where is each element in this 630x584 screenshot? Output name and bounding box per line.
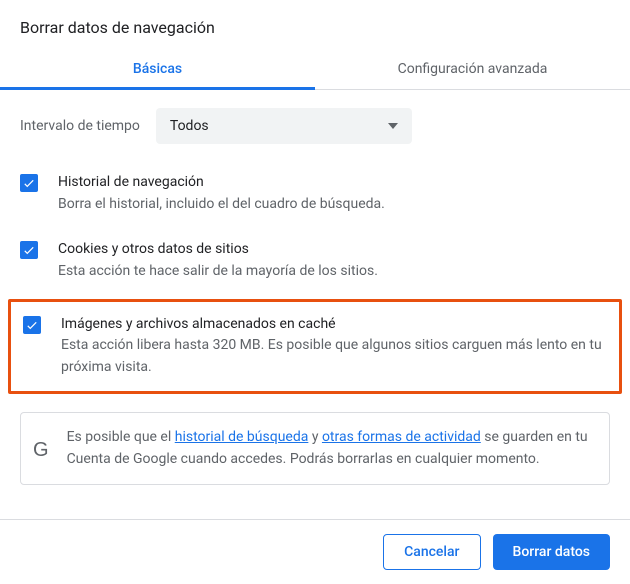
info-text-mid: y (308, 429, 322, 445)
items-list: Historial de navegación Borra el histori… (0, 150, 630, 394)
cancel-button[interactable]: Cancelar (383, 534, 480, 570)
time-range-value: Todos (170, 118, 209, 134)
google-account-info: G Es posible que el historial de búsqued… (20, 412, 610, 485)
chevron-down-icon (388, 123, 398, 129)
tabs: Básicas Configuración avanzada (0, 51, 630, 90)
clear-browsing-data-dialog: Borrar datos de navegación Básicas Confi… (0, 0, 630, 584)
check-icon (25, 318, 39, 332)
item-title: Historial de navegación (58, 172, 610, 194)
item-title: Cookies y otros datos de sitios (58, 239, 610, 261)
item-title: Imágenes y archivos almacenados en caché (61, 314, 607, 336)
checkbox-browsing-history[interactable] (20, 174, 38, 192)
link-search-history[interactable]: historial de búsqueda (175, 429, 309, 445)
item-desc: Esta acción libera hasta 320 MB. Es posi… (61, 335, 607, 378)
info-text-pre: Es posible que el (67, 429, 175, 445)
check-icon (22, 243, 36, 257)
tab-basic[interactable]: Básicas (0, 51, 315, 89)
item-cookies: Cookies y otros datos de sitios Esta acc… (8, 227, 622, 294)
info-text: Es posible que el historial de búsqueda … (67, 427, 593, 470)
time-range-select[interactable]: Todos (156, 108, 412, 144)
item-text: Historial de navegación Borra el histori… (58, 172, 610, 215)
tab-advanced[interactable]: Configuración avanzada (315, 51, 630, 89)
item-browsing-history: Historial de navegación Borra el histori… (8, 160, 622, 227)
checkbox-cookies[interactable] (20, 241, 38, 259)
item-text: Cookies y otros datos de sitios Esta acc… (58, 239, 610, 282)
dialog-footer: Cancelar Borrar datos (0, 519, 630, 584)
link-other-activity[interactable]: otras formas de actividad (322, 429, 481, 445)
checkbox-cached-images[interactable] (23, 316, 41, 334)
check-icon (22, 176, 36, 190)
item-desc: Borra el historial, incluido el del cuad… (58, 194, 610, 216)
google-logo-icon: G (33, 427, 49, 466)
item-desc: Esta acción te hace salir de la mayoría … (58, 261, 610, 283)
item-text: Imágenes y archivos almacenados en caché… (61, 314, 607, 379)
item-cached-images: Imágenes y archivos almacenados en caché… (8, 299, 622, 394)
dialog-title: Borrar datos de navegación (0, 0, 630, 51)
clear-data-button[interactable]: Borrar datos (493, 534, 611, 570)
scroll-area[interactable]: Intervalo de tiempo Todos Historial de n… (0, 90, 630, 519)
time-range-label: Intervalo de tiempo (20, 118, 140, 134)
time-range-row: Intervalo de tiempo Todos (0, 90, 630, 150)
